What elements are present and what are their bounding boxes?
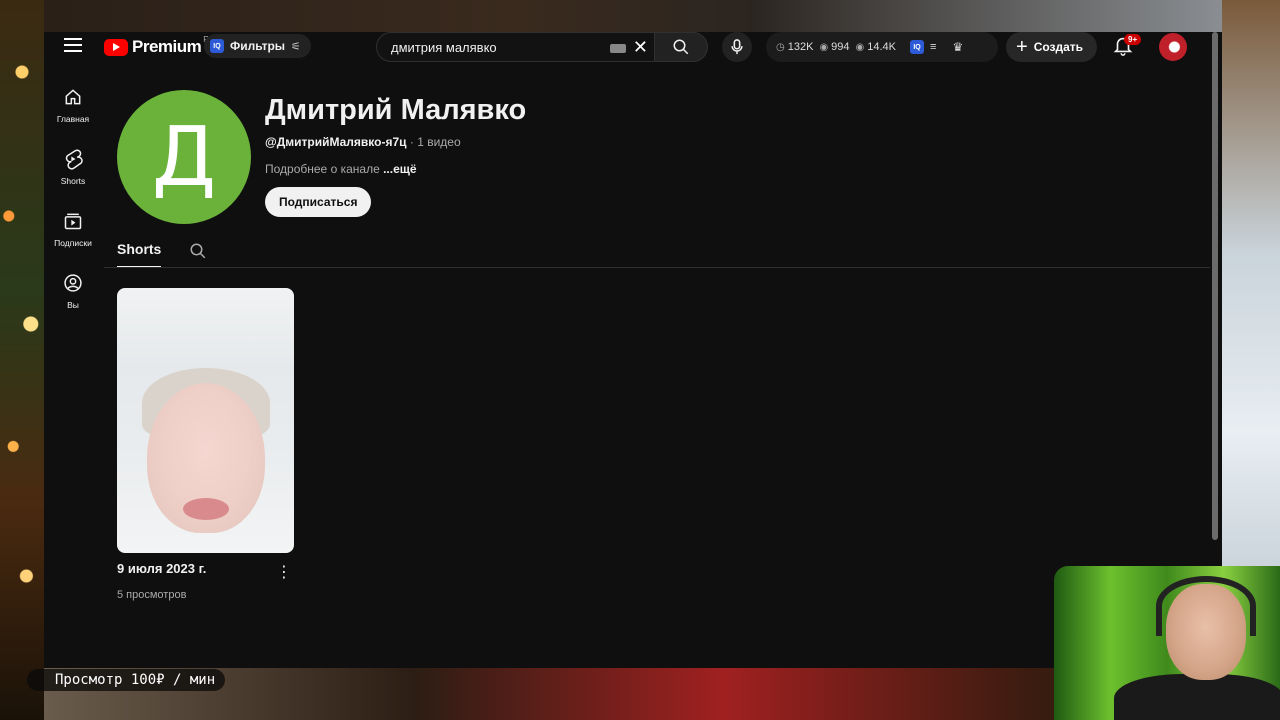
search-button[interactable] bbox=[654, 32, 708, 62]
trophy-icon[interactable]: ♛ bbox=[952, 40, 963, 54]
views-stat: ◉ 994 bbox=[819, 41, 850, 53]
background-left bbox=[0, 0, 44, 720]
keyboard-icon[interactable] bbox=[610, 44, 626, 53]
account-avatar[interactable] bbox=[1159, 33, 1187, 61]
background-top bbox=[44, 0, 1222, 32]
channel-meta: @ДмитрийМалявко-я7ц · 1 видео bbox=[265, 135, 461, 149]
guide-item-label: Подписки bbox=[54, 238, 92, 248]
channel-avatar[interactable]: Д bbox=[117, 90, 251, 224]
iq-extension-icon: IQ bbox=[210, 39, 224, 53]
list-menu-icon[interactable]: ≡ bbox=[930, 41, 936, 53]
user-circle-icon bbox=[62, 272, 84, 294]
shorts-icon bbox=[62, 148, 84, 170]
channel-name: Дмитрий Малявко bbox=[265, 94, 527, 126]
channel-description-text: Подробнее о канале bbox=[265, 162, 384, 176]
video-count: 1 видео bbox=[417, 135, 461, 149]
search-input[interactable] bbox=[391, 39, 591, 55]
thumbnail-lips bbox=[183, 498, 229, 520]
masthead: Premium RU IQ Фильтры ⚟ ✕ bbox=[44, 32, 1222, 62]
watch-time-stat: ◷ 132K bbox=[776, 41, 814, 53]
voice-search-button[interactable] bbox=[722, 32, 752, 62]
more-link[interactable]: ...ещё bbox=[383, 162, 416, 176]
guide-item-home[interactable]: Главная bbox=[44, 84, 102, 146]
sliders-icon: ⚟ bbox=[291, 40, 301, 53]
guide-item-subscriptions[interactable]: Подписки bbox=[44, 208, 102, 270]
webcam-overlay bbox=[1054, 566, 1280, 720]
headphones-icon bbox=[1156, 576, 1256, 636]
clear-search-icon[interactable]: ✕ bbox=[633, 37, 648, 57]
notifications-count-badge: 9+ bbox=[1124, 34, 1142, 45]
plus-icon: + bbox=[1016, 36, 1028, 58]
short-title-row: 9 июля 2023 г. ⋮ bbox=[117, 561, 294, 581]
short-thumbnail[interactable] bbox=[117, 288, 294, 553]
channel-tabs: Shorts bbox=[117, 234, 207, 268]
filters-label: Фильтры bbox=[230, 39, 286, 53]
iq-extension-icon[interactable]: IQ bbox=[910, 40, 925, 54]
more-vert-icon[interactable]: ⋮ bbox=[274, 565, 294, 581]
short-card: 9 июля 2023 г. ⋮ 5 просмотров bbox=[117, 288, 294, 601]
home-icon bbox=[62, 86, 84, 108]
youtube-logo-icon bbox=[104, 38, 128, 56]
youtube-window: Premium RU IQ Фильтры ⚟ ✕ bbox=[44, 32, 1222, 668]
microphone-icon bbox=[731, 39, 743, 55]
logo-text: Premium bbox=[132, 37, 202, 56]
short-title[interactable]: 9 июля 2023 г. bbox=[117, 561, 206, 576]
channel-description[interactable]: Подробнее о канале ...ещё bbox=[265, 162, 417, 176]
eye-icon: ◉ bbox=[819, 41, 829, 53]
meta-separator: · bbox=[406, 135, 418, 149]
tab-shorts[interactable]: Shorts bbox=[117, 234, 162, 268]
subscribe-button[interactable]: Подписаться bbox=[265, 187, 372, 217]
guide-item-label: Shorts bbox=[60, 176, 86, 186]
clock-icon: ◷ bbox=[776, 41, 785, 53]
youtube-premium-logo[interactable]: Premium RU bbox=[104, 35, 215, 57]
webcam-body bbox=[1114, 674, 1280, 720]
filters-button[interactable]: IQ Фильтры ⚟ bbox=[204, 34, 311, 58]
guide-item-label: Вы bbox=[67, 300, 79, 310]
guide-item-shorts[interactable]: Shorts bbox=[44, 146, 102, 208]
search-icon bbox=[190, 243, 206, 259]
subscriptions-icon bbox=[62, 210, 84, 232]
page-scrollbar[interactable] bbox=[1212, 32, 1218, 540]
short-view-count: 5 просмотров bbox=[117, 589, 187, 601]
tab-search[interactable] bbox=[189, 234, 207, 268]
search-box: ✕ bbox=[376, 32, 654, 62]
guide-item-you[interactable]: Вы bbox=[44, 270, 102, 332]
promo-overlay-label: Просмотр 100₽ / мин bbox=[27, 669, 226, 691]
guide-sidebar: Главная Shorts Подписки Вы bbox=[44, 84, 102, 332]
eye-icon: ◉ bbox=[855, 41, 865, 53]
create-button[interactable]: + Создать bbox=[1006, 32, 1098, 62]
menu-icon[interactable] bbox=[64, 38, 82, 54]
guide-item-label: Главная bbox=[56, 114, 90, 124]
tabs-divider bbox=[104, 267, 1210, 268]
channel-handle: @ДмитрийМалявко-я7ц bbox=[265, 135, 407, 149]
extension-stats-chip: ◷ 132K ◉ 994 ◉ 14.4K IQ ≡ ♛ bbox=[766, 32, 998, 62]
views-stat-2: ◉ 14.4K bbox=[855, 41, 897, 53]
search-icon bbox=[673, 39, 689, 55]
create-label: Создать bbox=[1033, 40, 1084, 54]
